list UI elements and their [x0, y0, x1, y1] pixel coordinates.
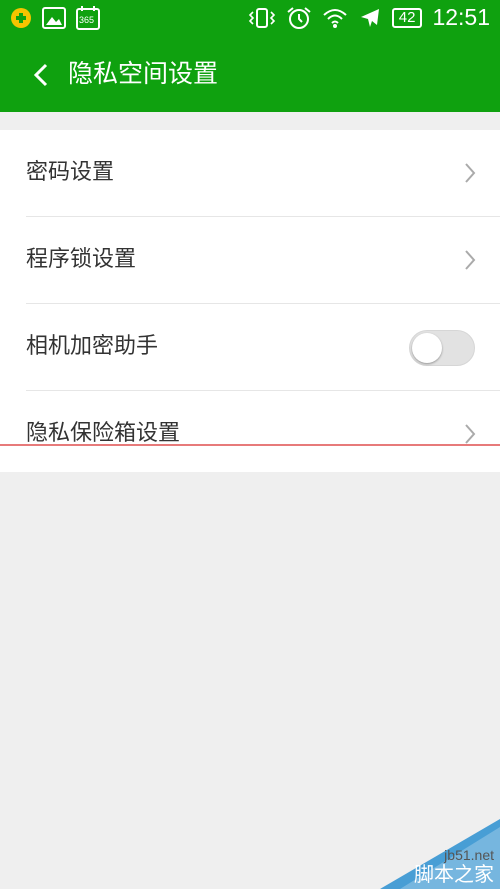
toggle-knob [412, 333, 442, 363]
watermark-name: 脚本之家 [414, 862, 494, 886]
setting-row-password[interactable]: 密码设置 [26, 130, 500, 217]
setting-label-app-lock: 程序锁设置 [26, 247, 137, 272]
status-time: 12:51 [432, 4, 490, 30]
setting-label-camera-encryption: 相机加密助手 [26, 334, 159, 359]
chevron-right-icon [465, 424, 476, 444]
chevron-right-icon [465, 250, 476, 270]
image-icon [42, 7, 66, 29]
setting-row-private-safe[interactable]: 隐私保险箱设置 [26, 391, 500, 477]
status-left-icons: 365 [10, 6, 100, 30]
airplane-icon [358, 6, 382, 30]
alarm-icon [286, 6, 312, 30]
wifi-icon [322, 7, 348, 29]
back-button[interactable] [24, 58, 58, 92]
site-watermark: jb51.net 脚本之家 [340, 819, 500, 889]
calendar-365-icon: 365 [76, 6, 100, 30]
setting-label-password: 密码设置 [26, 160, 115, 185]
chevron-right-icon [465, 163, 476, 183]
settings-list: 密码设置 程序锁设置 相机加密助手 隐私保险箱设置 [0, 130, 500, 472]
back-chevron-icon [33, 63, 48, 87]
status-right-icons: 42 12:51 [248, 4, 490, 31]
status-bar: 365 42 12:51 [0, 0, 500, 38]
app-notification-icon [10, 7, 32, 29]
calendar-icon-text: 365 [79, 15, 95, 25]
battery-indicator: 42 [391, 7, 423, 28]
setting-row-camera-encryption: 相机加密助手 [26, 304, 500, 391]
setting-row-app-lock[interactable]: 程序锁设置 [26, 217, 500, 304]
highlight-line [0, 444, 500, 446]
page-title: 隐私空间设置 [68, 59, 219, 88]
camera-encryption-toggle[interactable] [409, 330, 475, 366]
app-bar: 隐私空间设置 [0, 38, 500, 112]
vibrate-icon [248, 7, 276, 29]
